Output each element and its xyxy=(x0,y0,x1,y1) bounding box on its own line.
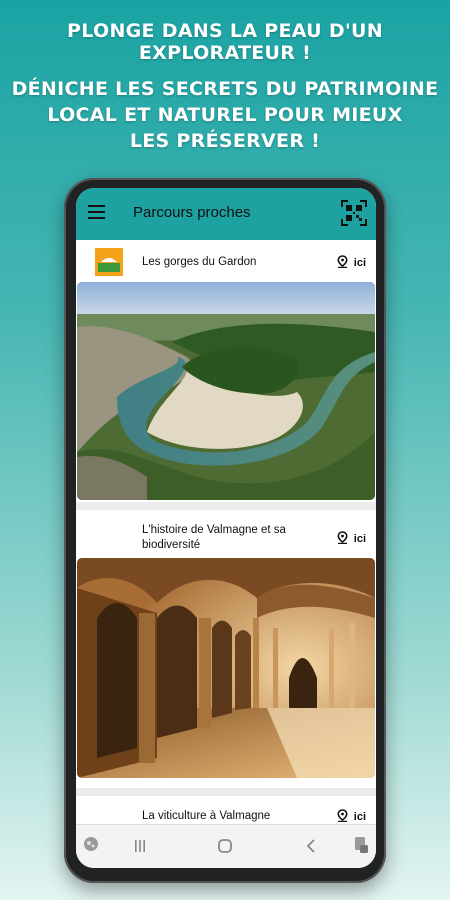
location-label: ici xyxy=(353,811,366,823)
card-title: L'histoire de Valmagne et sa biodiversit… xyxy=(142,523,286,553)
location-label: ici xyxy=(353,257,366,269)
location-label: ici xyxy=(353,533,366,545)
trail-thumbnail xyxy=(95,248,123,276)
assistant-icon[interactable] xyxy=(82,835,100,853)
card-title-line-1: L'histoire de Valmagne et sa xyxy=(142,524,286,536)
promo-line-4: LES PRÉSERVER ! xyxy=(129,130,321,152)
screenshot-icon[interactable] xyxy=(353,836,369,854)
promo-line-3: LOCAL ET NATUREL POUR MIEUX xyxy=(47,104,403,126)
cloister-photo xyxy=(77,558,375,778)
trail-card-valmagne-history[interactable]: L'histoire de Valmagne et sa biodiversit… xyxy=(76,510,376,788)
card-header: Les gorges du Gardon ici xyxy=(76,240,376,284)
gorges-photo xyxy=(77,282,375,500)
promo-line-2: DÉNICHE LES SECRETS DU PATRIMOINE xyxy=(11,78,439,100)
trail-list: Les gorges du Gardon ici L'histoire de V… xyxy=(76,240,376,836)
phone-screen: Parcours proches Les gorges du Gardon ic… xyxy=(76,188,376,868)
card-header: L'histoire de Valmagne et sa biodiversit… xyxy=(76,510,376,554)
map-pin-icon xyxy=(337,809,348,822)
card-title-line-2: biodiversité xyxy=(142,539,201,551)
recent-apps-icon[interactable] xyxy=(133,839,147,853)
qr-scan-icon[interactable] xyxy=(340,199,368,227)
page-title: Parcours proches xyxy=(133,204,251,221)
trail-card-gorges[interactable]: Les gorges du Gardon ici xyxy=(76,240,376,502)
home-icon[interactable] xyxy=(217,838,233,854)
map-pin-icon xyxy=(337,255,348,268)
map-pin-icon xyxy=(337,531,348,544)
hamburger-menu-icon[interactable] xyxy=(88,205,105,219)
card-title: La viticulture à Valmagne xyxy=(142,810,271,822)
location-indicator[interactable]: ici xyxy=(337,809,366,823)
app-bar: Parcours proches xyxy=(76,188,376,240)
system-nav-bar xyxy=(76,824,376,868)
promo-headline: PLONGE DANS LA PEAU D'UN EXPLORATEUR ! xyxy=(67,20,383,64)
back-icon[interactable] xyxy=(305,838,317,854)
card-title: Les gorges du Gardon xyxy=(142,256,257,268)
location-indicator[interactable]: ici xyxy=(337,255,366,269)
promo-subheadline: DÉNICHE LES SECRETS DU PATRIMOINE LOCAL … xyxy=(0,76,450,154)
location-indicator[interactable]: ici xyxy=(337,531,366,545)
